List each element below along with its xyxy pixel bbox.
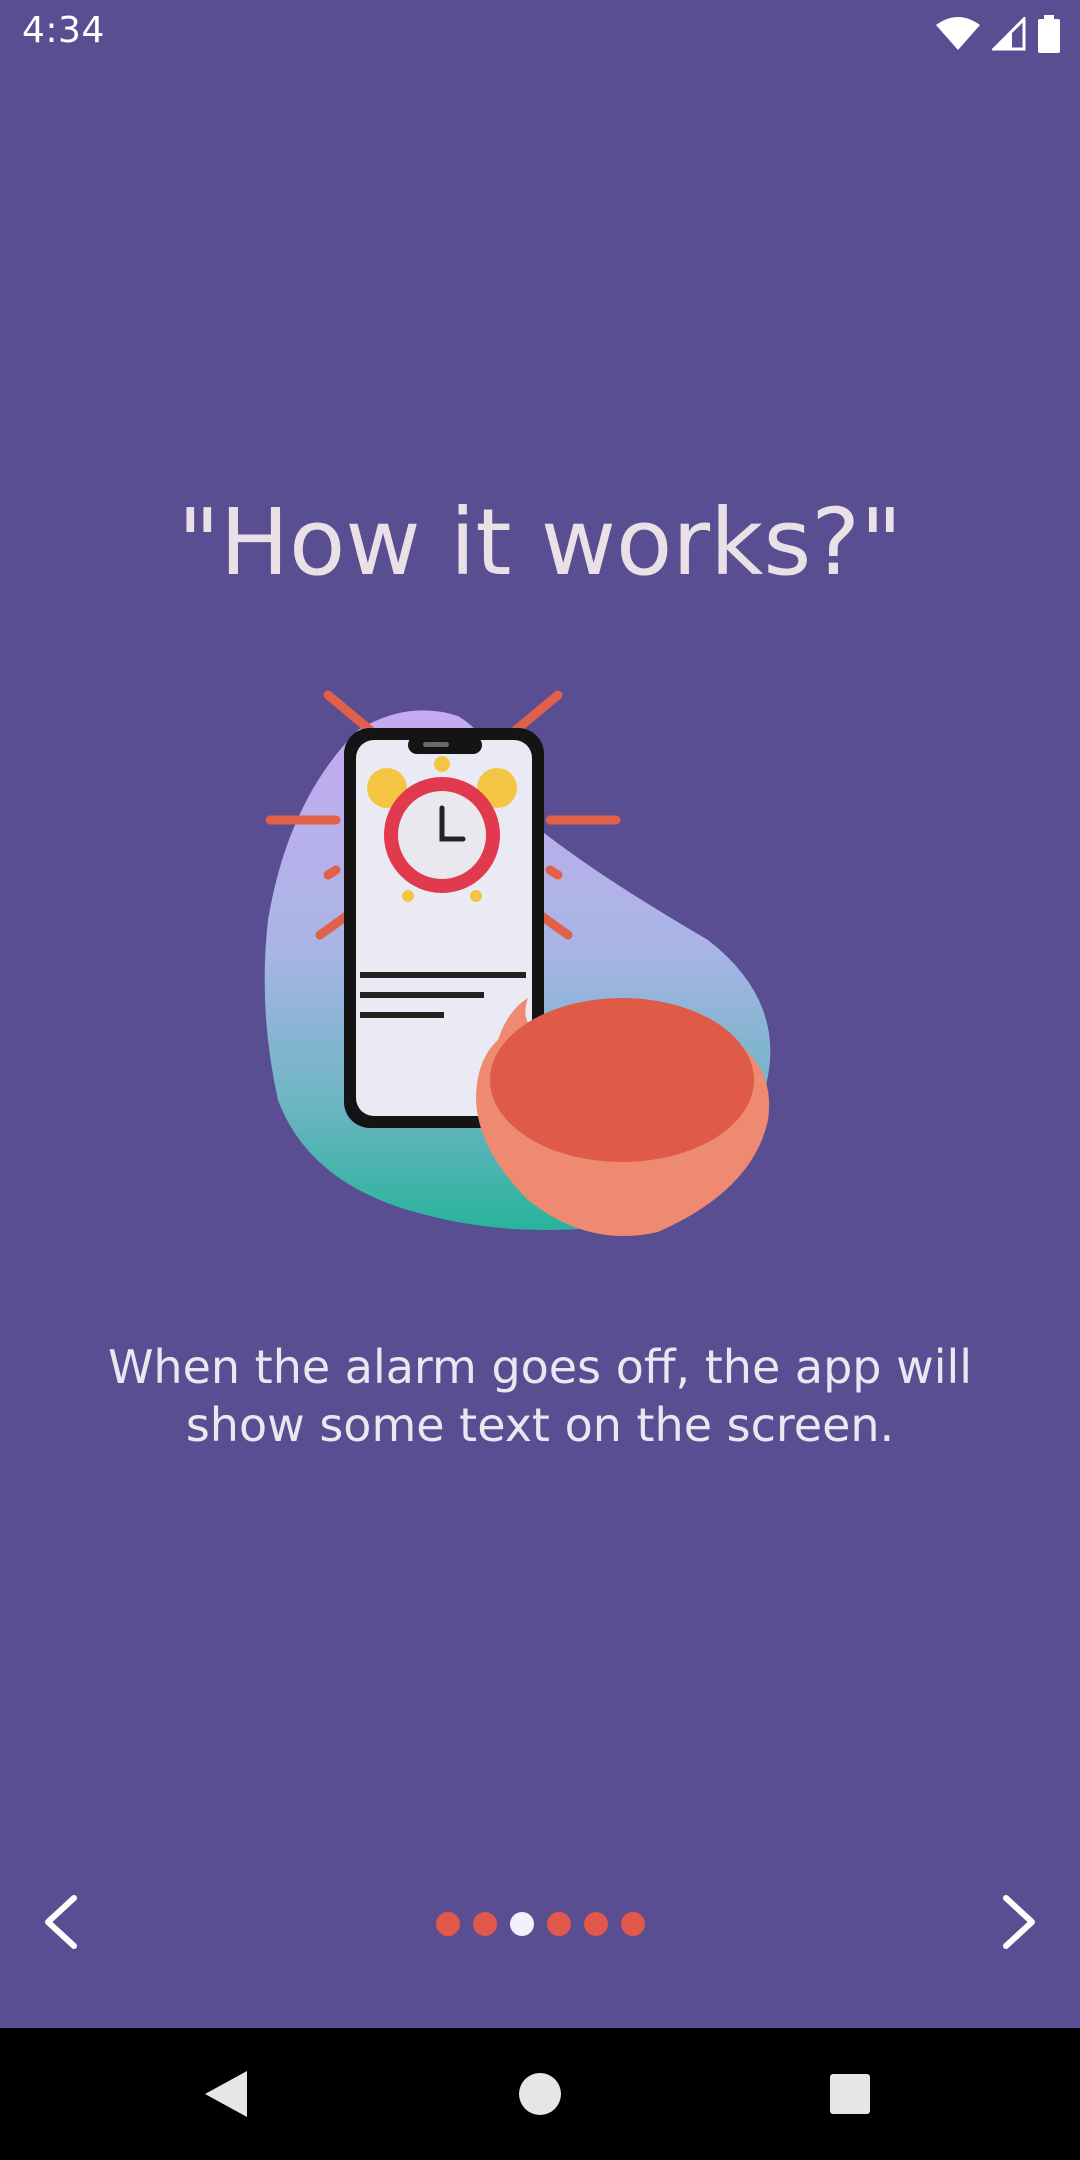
page-dot-2[interactable] bbox=[472, 1912, 497, 1936]
onboarding-description: When the alarm goes off, the app will sh… bbox=[80, 1338, 1000, 1454]
back-icon bbox=[205, 2071, 247, 2117]
onboarding-title: "How it works?" bbox=[177, 489, 903, 596]
status-bar: 4:34 bbox=[0, 0, 1080, 66]
home-icon bbox=[519, 2073, 561, 2115]
next-page-button[interactable] bbox=[984, 1886, 1056, 1958]
description-line-1: When the alarm goes off, the app will bbox=[107, 1340, 973, 1394]
status-time: 4:34 bbox=[22, 10, 105, 51]
page-dot-1[interactable] bbox=[435, 1912, 460, 1936]
battery-icon bbox=[1038, 15, 1060, 53]
description-line-2: show some text on the screen. bbox=[185, 1398, 895, 1452]
page-dot-4[interactable] bbox=[546, 1912, 571, 1936]
system-navigation-bar bbox=[0, 2028, 1080, 2160]
system-back-button[interactable] bbox=[190, 2058, 262, 2130]
system-home-button[interactable] bbox=[504, 2058, 576, 2130]
recents-icon bbox=[830, 2074, 870, 2114]
page-indicator bbox=[0, 1912, 1080, 1936]
status-icons bbox=[936, 14, 1060, 54]
page-dot-3-active[interactable] bbox=[509, 1912, 534, 1936]
page-dot-5[interactable] bbox=[583, 1912, 608, 1936]
wifi-icon bbox=[936, 17, 980, 50]
signal-icon bbox=[992, 17, 1026, 51]
phone-alarm-illustration bbox=[264, 690, 771, 1236]
page-dot-6[interactable] bbox=[620, 1912, 645, 1936]
onboarding-screen: 4:34 "How it works?" When the alarm goes… bbox=[0, 0, 1080, 2160]
chevron-right-icon bbox=[1003, 1895, 1035, 1949]
system-recents-button[interactable] bbox=[814, 2058, 886, 2130]
